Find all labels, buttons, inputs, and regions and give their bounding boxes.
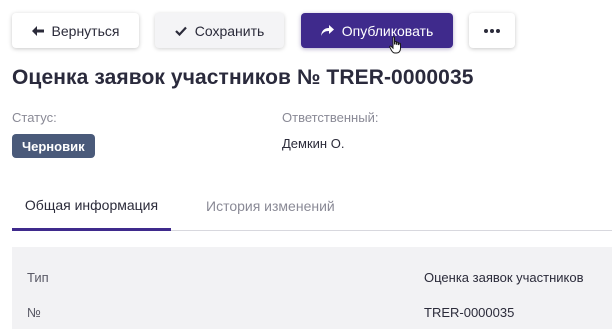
status-badge: Черновик xyxy=(12,134,95,158)
number-label: № xyxy=(27,305,41,320)
save-button[interactable]: Сохранить xyxy=(155,13,284,48)
publish-button[interactable]: Опубликовать xyxy=(301,13,453,48)
type-label: Тип xyxy=(27,270,49,285)
arrow-left-icon xyxy=(31,25,44,36)
status-label: Статус: xyxy=(12,110,57,125)
back-button[interactable]: Вернуться xyxy=(12,13,139,48)
back-button-label: Вернуться xyxy=(51,22,120,39)
tab-change-history[interactable]: История изменений xyxy=(206,181,335,230)
number-value: TRER-0000035 xyxy=(424,305,515,320)
tab-general-info[interactable]: Общая информация xyxy=(12,181,171,231)
owner-value: Демкин О. xyxy=(282,136,345,151)
owner-label: Ответственный: xyxy=(282,110,379,125)
more-horizontal-icon xyxy=(484,28,500,33)
publish-button-label: Опубликовать xyxy=(341,22,434,39)
save-button-label: Сохранить xyxy=(194,22,265,39)
check-icon xyxy=(174,26,187,36)
page-title: Оценка заявок участников № TRER-0000035 xyxy=(12,66,474,89)
more-options-button[interactable] xyxy=(469,13,515,48)
type-value: Оценка заявок участников xyxy=(424,270,584,285)
details-panel: Тип Оценка заявок участников № TRER-0000… xyxy=(12,247,612,329)
share-arrow-icon xyxy=(320,25,334,36)
tab-bar: Общая информация История изменений xyxy=(12,181,612,231)
